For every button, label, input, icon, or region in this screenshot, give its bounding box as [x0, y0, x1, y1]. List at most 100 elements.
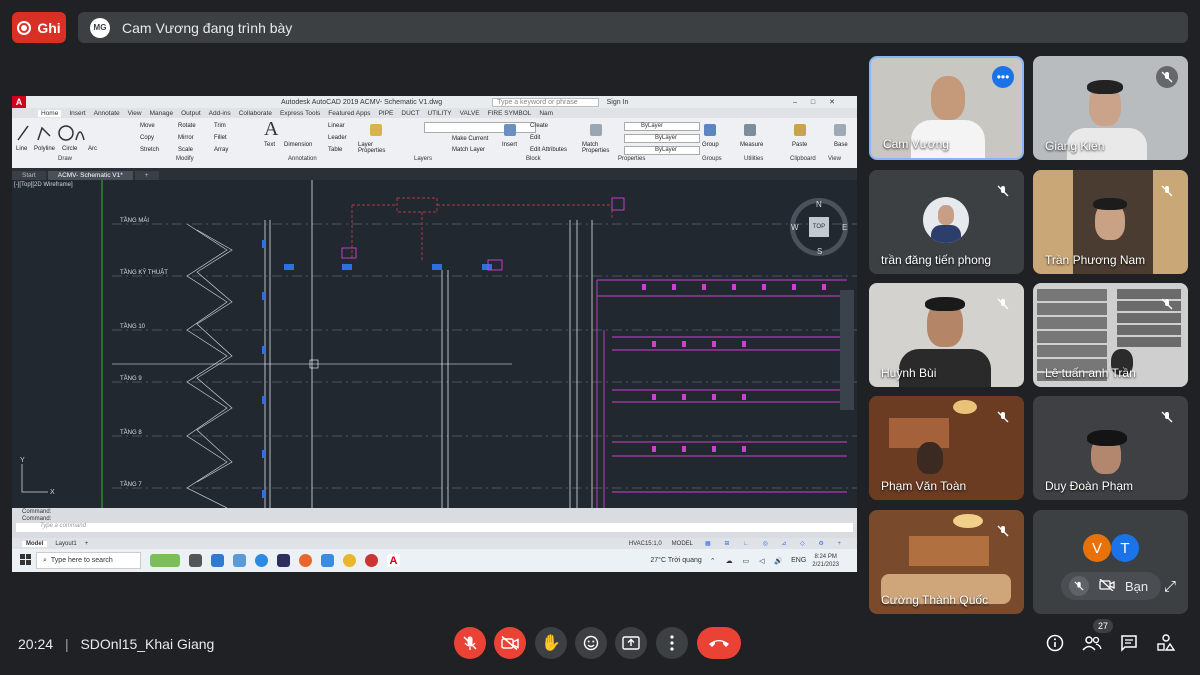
tool-layer-properties[interactable]: Layer Properties — [358, 142, 390, 154]
status-scale[interactable]: HVAC15:1,0 — [629, 541, 662, 547]
lineweight-dropdown[interactable]: ByLayer — [624, 146, 700, 155]
tool-create[interactable]: Create — [530, 123, 548, 129]
insert-block-icon[interactable] — [504, 124, 516, 136]
participant-tile[interactable]: Huỳnh Bùi — [869, 283, 1024, 387]
base-view-icon[interactable] — [834, 124, 846, 136]
paste-icon[interactable] — [794, 124, 806, 136]
tool-copy[interactable]: Copy — [140, 135, 154, 141]
tool-paste[interactable]: Paste — [792, 142, 807, 148]
panel-view[interactable]: View — [828, 156, 841, 162]
match-properties-icon[interactable] — [590, 124, 602, 136]
panel-clipboard[interactable]: Clipboard — [790, 156, 816, 162]
group-icon[interactable] — [704, 124, 716, 136]
status-toggles[interactable]: ▦ ⊞ ∟ ◎ ⊿ ◇ ⚙ + — [705, 540, 847, 547]
draw-tools-icon[interactable] — [16, 122, 86, 144]
more-options-button[interactable] — [656, 627, 688, 659]
drawing-canvas[interactable]: [-][Top][2D Wireframe] Y X TẦNG MÁI TẦNG… — [12, 180, 857, 508]
panel-block[interactable]: Block — [526, 156, 541, 162]
tool-group[interactable]: Group — [702, 142, 719, 148]
ribbon-tab[interactable]: VALVE — [460, 110, 480, 117]
panel-draw[interactable]: Draw — [58, 156, 72, 162]
taskbar-clock[interactable]: 8:24 PM 2/21/2023 — [812, 553, 839, 569]
participant-tile[interactable]: Trần Phương Nam — [1033, 170, 1188, 274]
panel-annotation[interactable]: Annotation — [288, 156, 317, 162]
ribbon-tab[interactable]: Insert — [69, 110, 85, 117]
tool-arc[interactable]: Arc — [88, 146, 97, 152]
tab-layout1[interactable]: Layout1 — [51, 541, 80, 547]
tool-measure[interactable]: Measure — [740, 142, 763, 148]
navigation-bar[interactable] — [840, 290, 854, 410]
firefox-icon[interactable] — [299, 554, 312, 567]
ribbon-tab[interactable]: UTILITY — [427, 110, 451, 117]
language[interactable]: ENG — [791, 557, 806, 564]
window-controls[interactable]: –□✕ — [793, 98, 849, 106]
tool-edit[interactable]: Edit — [530, 135, 540, 141]
color-dropdown[interactable]: ByLayer — [624, 122, 700, 131]
participant-tile[interactable]: Duy Đoàn Phạm — [1033, 396, 1188, 500]
panel-utilities[interactable]: Utilities — [744, 156, 763, 162]
taskbar-search[interactable]: ⌕ Type here to search — [36, 552, 141, 569]
mic-toggle-button[interactable] — [454, 627, 486, 659]
panel-properties[interactable]: Properties — [618, 156, 645, 162]
participant-tile[interactable]: ••• Cam Vương — [869, 56, 1024, 160]
measure-icon[interactable] — [744, 124, 756, 136]
task-view-icon[interactable] — [189, 554, 202, 567]
file-explorer-icon[interactable] — [211, 554, 224, 567]
more-options-icon[interactable]: ••• — [992, 66, 1014, 88]
reactions-button[interactable] — [575, 627, 607, 659]
expand-icon[interactable]: ⤢ — [1164, 578, 1176, 595]
edge-icon[interactable] — [255, 554, 268, 567]
zalo-icon[interactable] — [321, 554, 334, 567]
chrome-profile-icon[interactable] — [365, 554, 378, 567]
tool-make-current[interactable]: Make Current — [452, 136, 488, 142]
tab-model[interactable]: Model — [22, 540, 48, 547]
panel-layers[interactable]: Layers — [414, 156, 432, 162]
chrome-icon[interactable] — [343, 554, 356, 567]
tool-linear[interactable]: Linear — [328, 123, 345, 129]
ribbon-tab[interactable]: Manage — [150, 110, 174, 117]
raise-hand-button[interactable]: ✋ — [535, 627, 567, 659]
tool-trim[interactable]: Trim — [214, 123, 226, 129]
ribbon-tab[interactable]: Express Tools — [280, 110, 320, 117]
linetype-dropdown[interactable]: ByLayer — [624, 134, 700, 143]
self-tile[interactable]: V T Bạn ⤢ — [1033, 510, 1188, 614]
ribbon-tab[interactable]: Nam — [539, 110, 553, 117]
weather[interactable]: 27°C Trời quang — [650, 557, 701, 564]
tool-insert[interactable]: Insert — [502, 142, 517, 148]
tool-base[interactable]: Base — [834, 142, 848, 148]
shared-screen[interactable]: A Autodesk AutoCAD 2019 ACMV- Schematic … — [12, 96, 857, 572]
ribbon-tab[interactable]: Add-ins — [209, 110, 231, 117]
ribbon-tab[interactable]: Annotate — [94, 110, 120, 117]
ribbon-tab[interactable]: Output — [181, 110, 201, 117]
tool-line[interactable]: Line — [16, 146, 27, 152]
file-tab-start[interactable]: Start — [12, 171, 46, 180]
participant-tile[interactable]: Lê tuấn anh Trần — [1033, 283, 1188, 387]
sign-in[interactable]: Sign In — [607, 99, 629, 106]
text-tool-icon[interactable]: A — [264, 118, 278, 141]
command-input[interactable]: Type a command — [16, 523, 853, 532]
tool-move[interactable]: Move — [140, 123, 155, 129]
viewcube-top[interactable]: TOP — [809, 217, 829, 237]
panel-groups[interactable]: Groups — [702, 156, 722, 162]
camera-toggle-button[interactable] — [494, 627, 526, 659]
participant-tile[interactable]: Cường Thành Quốc — [869, 510, 1024, 614]
tray-icons[interactable]: ⌃ ☁ ▭ ◁ 🔊 — [710, 557, 787, 565]
tool-match-properties[interactable]: Match Properties — [582, 142, 612, 154]
taskbar-widget-icon[interactable] — [150, 554, 180, 567]
tool-array[interactable]: Array — [214, 147, 228, 153]
status-model[interactable]: MODEL — [672, 541, 693, 547]
file-tab-schematic[interactable]: ACMV- Schematic V1* — [47, 171, 133, 180]
new-tab-button[interactable]: + — [134, 171, 159, 180]
tool-match-layer[interactable]: Match Layer — [452, 147, 485, 153]
tool-text[interactable]: Text — [264, 142, 275, 148]
tool-table[interactable]: Table — [328, 147, 342, 153]
add-layout-button[interactable]: + — [85, 541, 89, 547]
tool-circle[interactable]: Circle — [62, 146, 77, 152]
participant-tile[interactable]: Phạm Văn Toàn — [869, 396, 1024, 500]
layer-dropdown[interactable] — [424, 122, 536, 133]
activities-button[interactable] — [1155, 632, 1177, 654]
ribbon-tab[interactable]: View — [128, 110, 142, 117]
ribbon-tab[interactable]: Collaborate — [239, 110, 272, 117]
autocad-taskbar-icon[interactable]: A — [387, 554, 400, 567]
mail-icon[interactable] — [233, 554, 246, 567]
